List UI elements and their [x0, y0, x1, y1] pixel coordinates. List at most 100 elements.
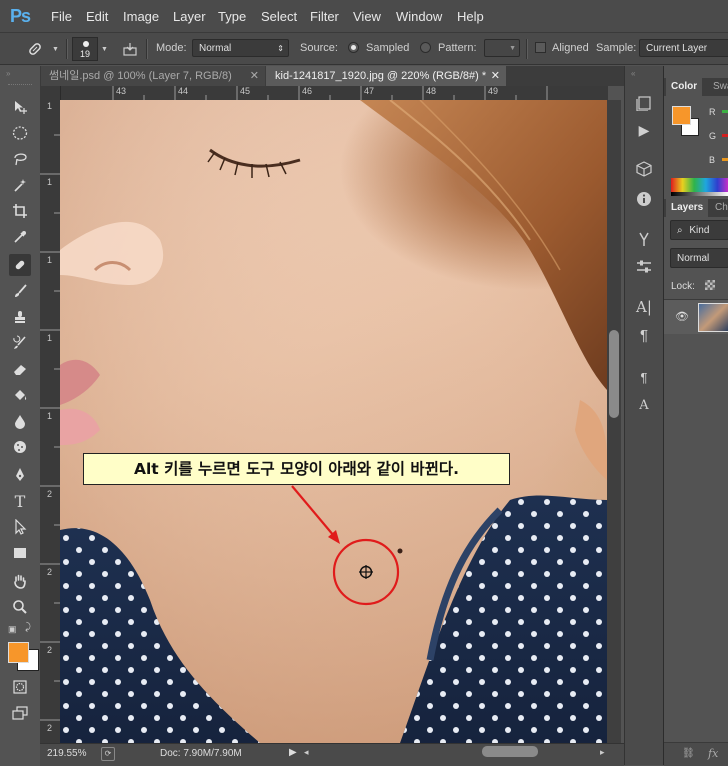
eraser-tool-icon[interactable] [9, 358, 31, 380]
lasso-tool-icon[interactable] [9, 148, 31, 170]
grayscale-ramp[interactable] [671, 192, 728, 196]
clone-source-cursor-icon [359, 565, 373, 579]
layer-row[interactable]: 👁 [664, 300, 728, 334]
crop-tool-icon[interactable] [9, 200, 31, 222]
spot-healing-tool-icon[interactable] [22, 38, 48, 60]
tool-preset-arrow-icon[interactable]: ▼ [52, 46, 59, 53]
blue-slider-fill[interactable] [722, 158, 728, 161]
screen-mode-icon[interactable] [9, 702, 31, 724]
menu-file[interactable]: File [51, 9, 72, 24]
zoom-tool-icon[interactable] [9, 596, 31, 618]
ruler-label: 2 [47, 645, 53, 655]
red-slider-fill[interactable] [722, 110, 728, 113]
brush-presets-icon[interactable] [635, 230, 653, 248]
paint-bucket-tool-icon[interactable] [9, 384, 31, 406]
eyedropper-tool-icon[interactable] [9, 226, 31, 248]
scroll-right-icon[interactable]: ▸ [600, 747, 605, 758]
healing-brush-tool-icon[interactable] [9, 254, 31, 276]
options-bar: ▼ 19 ▼ Mode: Normal ⇕ Source: Sampled Pa… [0, 33, 728, 65]
link-layers-icon[interactable]: ⛓ [682, 748, 695, 759]
source-label: Source: [300, 42, 338, 54]
horizontal-scroll-thumb[interactable] [482, 746, 538, 757]
document-tab-inactive[interactable]: 썸네일.psd @ 100% (Layer 7, RGB/8) ✕ [40, 66, 265, 86]
brush-picker-arrow-icon[interactable]: ▼ [101, 46, 108, 53]
fx-icon[interactable]: fx [708, 747, 718, 760]
horizontal-ruler[interactable]: 43 44 45 46 47 48 49 [40, 86, 608, 101]
vertical-ruler[interactable]: 1 1 1 1 1 2 2 2 2 [40, 100, 61, 743]
blur-tool-icon[interactable] [9, 410, 31, 432]
brush-tool-icon[interactable] [9, 280, 31, 302]
actions-play-icon[interactable]: ▶ [635, 121, 653, 139]
character-panel-icon[interactable]: A| [635, 298, 653, 316]
paragraph-styles-icon[interactable]: ¶ [635, 368, 653, 386]
tab-swatches[interactable]: Swa [708, 78, 728, 96]
zoom-level[interactable]: 219.55% [47, 748, 86, 759]
image-canvas[interactable] [60, 100, 607, 743]
pen-tool-icon[interactable] [9, 464, 31, 486]
ruler-label: 48 [426, 86, 437, 96]
swap-colors-icon[interactable]: ⤸ [25, 622, 31, 633]
layer-thumbnail [698, 303, 728, 332]
move-tool-icon[interactable] [9, 96, 31, 118]
default-colors-icon[interactable]: ▣ [8, 624, 17, 635]
share-icon[interactable]: ⟳ [101, 747, 115, 761]
ruler-origin[interactable] [40, 86, 61, 101]
layer-filter-dropdown[interactable]: ⌕ Kind [670, 220, 728, 240]
eye-visibility-icon[interactable]: 👁 [675, 310, 689, 323]
character-styles-icon[interactable]: A [635, 396, 653, 414]
marquee-tool-icon[interactable] [9, 122, 31, 144]
sampled-radio[interactable] [348, 42, 359, 53]
brush-picker[interactable]: 19 [72, 37, 98, 61]
blend-mode-dropdown[interactable]: Normal [670, 248, 728, 268]
ruler-label: 2 [47, 567, 53, 577]
foreground-color-swatch[interactable] [8, 642, 29, 663]
color-spectrum-bar[interactable] [671, 178, 728, 192]
document-tab-active[interactable]: kid-1241817_1920.jpg @ 220% (RGB/8#) * ✕ [266, 66, 506, 86]
magic-wand-tool-icon[interactable] [9, 174, 31, 196]
menu-edit[interactable]: Edit [86, 9, 108, 24]
menu-window[interactable]: Window [396, 9, 442, 24]
lock-transparent-icon[interactable] [705, 280, 715, 290]
menu-view[interactable]: View [353, 9, 381, 24]
clone-stamp-tool-icon[interactable] [9, 306, 31, 328]
menu-select[interactable]: Select [261, 9, 297, 24]
collapse-arrows-icon[interactable]: » [6, 69, 10, 78]
close-tab-icon[interactable]: ✕ [491, 66, 500, 86]
vertical-scrollbar[interactable] [607, 100, 621, 743]
pattern-picker[interactable]: ▼ [484, 39, 520, 57]
collapse-arrows-icon[interactable]: « [631, 69, 635, 78]
menu-layer[interactable]: Layer [173, 9, 206, 24]
menu-image[interactable]: Image [123, 9, 159, 24]
paragraph-panel-icon[interactable]: ¶ [635, 326, 653, 344]
menu-type[interactable]: Type [218, 9, 246, 24]
green-slider-fill[interactable] [722, 134, 728, 137]
panel-foreground-swatch[interactable] [672, 106, 691, 125]
menu-help[interactable]: Help [457, 9, 484, 24]
hand-tool-icon[interactable] [9, 570, 31, 592]
brush-tip-icon [83, 41, 89, 47]
tab-layers[interactable]: Layers [666, 199, 709, 217]
path-selection-tool-icon[interactable] [9, 516, 31, 538]
menu-filter[interactable]: Filter [310, 9, 339, 24]
sponge-tool-icon[interactable] [9, 436, 31, 458]
scroll-left-icon[interactable]: ◂ [304, 747, 309, 758]
color-panel-tabs: Color Swa [664, 78, 728, 96]
tab-color[interactable]: Color [666, 78, 703, 96]
aligned-checkbox[interactable] [535, 42, 546, 53]
history-panel-icon[interactable] [635, 94, 653, 112]
status-menu-arrow-icon[interactable]: ▶ [289, 747, 297, 758]
history-brush-tool-icon[interactable] [9, 332, 31, 354]
quick-mask-icon[interactable] [9, 676, 31, 698]
vertical-scroll-thumb[interactable] [609, 330, 619, 418]
mode-dropdown[interactable]: Normal ⇕ [192, 39, 289, 57]
clone-source-panel-icon[interactable] [121, 40, 139, 58]
rectangle-tool-icon[interactable] [9, 542, 31, 564]
info-panel-icon[interactable] [635, 190, 653, 208]
sample-dropdown[interactable]: Current Layer [639, 39, 728, 57]
tab-channels[interactable]: Ch [710, 199, 728, 217]
3d-panel-icon[interactable] [635, 160, 653, 178]
close-tab-icon[interactable]: ✕ [250, 66, 259, 86]
pattern-radio[interactable] [420, 42, 431, 53]
type-tool-icon[interactable]: T [9, 490, 31, 512]
adjustments-icon[interactable] [635, 258, 653, 276]
